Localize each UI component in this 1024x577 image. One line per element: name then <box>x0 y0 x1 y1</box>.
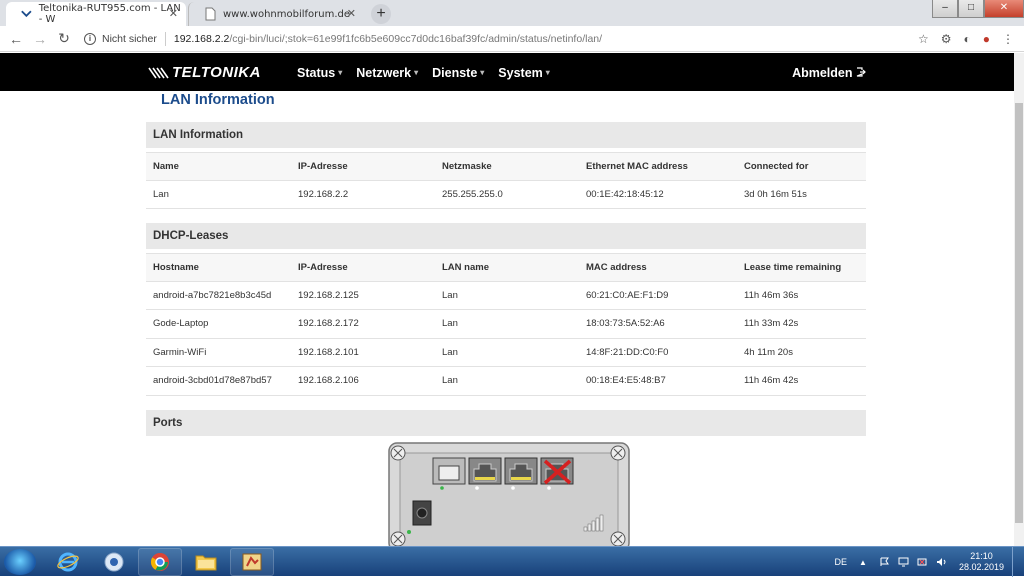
table-row: Gode-Laptop 192.168.2.172 Lan 18:03:73:5… <box>146 310 866 339</box>
menu-icon[interactable]: ⋮ <box>1002 32 1014 46</box>
tab-title: Teltonika-RUT955.com - LAN - W <box>38 3 181 25</box>
table-header-row: Hostname IP-Adresse LAN name MAC address… <box>146 253 866 282</box>
nav-system[interactable]: System ▾ <box>498 66 550 80</box>
address-bar: ← → ↻ i Nicht sicher 192.168.2.2/cgi-bin… <box>0 26 1024 52</box>
chevron-down-icon: ▾ <box>414 68 419 77</box>
system-clock[interactable]: 21:10 28.02.2019 <box>959 551 1004 573</box>
clock-date: 28.02.2019 <box>958 562 1004 572</box>
flag-icon[interactable] <box>879 557 890 567</box>
app-header: TELTONIKA Status ▾ Netzwerk ▾ Dienste ▾ Sys… <box>0 53 1014 91</box>
table-row: android-a7bc7821e8b3c45d 192.168.2.125 L… <box>146 282 866 310</box>
teltonika-logo-icon <box>148 67 169 78</box>
screw-icon <box>390 531 406 547</box>
file-explorer-icon[interactable] <box>184 548 228 576</box>
url-host: 192.168.2.2 <box>173 32 230 45</box>
security-indicator[interactable]: i Nicht sicher <box>84 32 157 45</box>
browser-tab-bar: Teltonika-RUT955.com - LAN - W ✕ www.woh… <box>0 0 1024 26</box>
minimize-button[interactable]: – <box>932 0 958 18</box>
page-title: LAN Information <box>161 92 275 108</box>
window-close-button[interactable]: ✕ <box>984 0 1024 18</box>
display-icon[interactable] <box>898 557 909 567</box>
screw-icon <box>610 445 626 461</box>
network-warning-icon[interactable] <box>917 557 928 567</box>
toolbar-icons: ☆ ⚙ ◐ ● ⋮ <box>918 32 1014 46</box>
teltonika-logo[interactable]: TELTONIKA <box>148 64 261 81</box>
info-icon: i <box>84 32 96 45</box>
logout-icon <box>856 67 866 77</box>
logout-button[interactable]: Abmelden <box>792 66 866 80</box>
dhcp-table: Hostname IP-Adresse LAN name MAC address… <box>146 253 866 396</box>
lan-section-header: LAN Information <box>146 122 866 148</box>
logo-text: TELTONIKA <box>172 64 261 81</box>
windows-taskbar: DE ▲ 21:10 28.02.2019 <box>0 546 1024 577</box>
page-scrollbar[interactable] <box>1014 53 1024 546</box>
main-nav: Status ▾ Netzwerk ▾ Dienste ▾ System ▾ <box>297 66 550 80</box>
nav-status[interactable]: Status ▾ <box>297 66 342 80</box>
table-row: android-3cbd01d78e87bd57 192.168.2.106 L… <box>146 367 866 396</box>
media-player-icon[interactable] <box>92 548 136 576</box>
close-icon[interactable]: ✕ <box>347 7 356 20</box>
forward-icon[interactable]: → <box>28 31 52 47</box>
show-desktop-button[interactable] <box>1012 547 1024 577</box>
table-row: Garmin-WiFi 192.168.2.101 Lan 14:8F:21:D… <box>146 339 866 367</box>
extension-icon[interactable]: ⚙ <box>941 32 952 46</box>
reload-icon[interactable]: ↻ <box>52 30 76 47</box>
internet-explorer-icon[interactable] <box>46 548 90 576</box>
nav-dienste[interactable]: Dienste ▾ <box>432 66 484 80</box>
page-icon <box>205 7 216 21</box>
url-field[interactable]: 192.168.2.2/cgi-bin/luci/;stok=61e99f1fc… <box>174 33 602 45</box>
tray-expand-icon[interactable]: ▲ <box>859 558 867 567</box>
theme-icon[interactable]: ◐ <box>964 32 971 46</box>
bookmark-star-icon[interactable]: ☆ <box>918 32 929 46</box>
table-header-row: Name IP-Adresse Netzmaske Ethernet MAC a… <box>146 152 866 181</box>
tab-wohnmobilforum[interactable]: www.wohnmobilforum.de ✕ <box>188 2 364 26</box>
chevron-down-icon: ▾ <box>545 68 550 77</box>
new-tab-button[interactable]: + <box>371 4 391 24</box>
windows-start-button[interactable] <box>4 549 36 575</box>
dhcp-section-header: DHCP-Leases <box>146 223 866 249</box>
maximize-button[interactable]: □ <box>958 0 984 18</box>
chrome-icon[interactable] <box>138 548 182 576</box>
tab-teltonika[interactable]: Teltonika-RUT955.com - LAN - W ✕ <box>6 2 186 26</box>
screw-icon <box>390 445 406 461</box>
table-row: Lan 192.168.2.2 255.255.255.0 00:1E:42:1… <box>146 181 866 209</box>
tab-title: www.wohnmobilforum.de <box>223 8 351 20</box>
back-icon[interactable]: ← <box>4 31 28 47</box>
teltonika-favicon-icon <box>21 10 32 18</box>
ports-section-header: Ports <box>146 410 866 436</box>
lan-table: Name IP-Adresse Netzmaske Ethernet MAC a… <box>146 152 866 209</box>
chevron-down-icon: ▾ <box>480 68 485 77</box>
url-path: /cgi-bin/luci/;stok=61e99f1fc6b5e609cc7d… <box>229 32 603 45</box>
app-icon[interactable] <box>230 548 274 576</box>
nav-netzwerk[interactable]: Netzwerk ▾ <box>356 66 418 80</box>
system-tray: DE ▲ 21:10 28.02.2019 <box>835 547 1024 577</box>
clock-time: 21:10 <box>970 551 993 561</box>
router-ports-image <box>388 442 630 551</box>
screw-icon <box>610 531 626 547</box>
profile-avatar[interactable]: ● <box>983 32 990 46</box>
chevron-down-icon: ▾ <box>338 68 343 77</box>
window-controls: – □ ✕ <box>932 0 1024 20</box>
volume-icon[interactable] <box>936 557 947 567</box>
language-indicator[interactable]: DE <box>835 557 848 567</box>
security-label: Nicht sicher <box>102 32 157 45</box>
close-icon[interactable]: ✕ <box>169 7 178 20</box>
